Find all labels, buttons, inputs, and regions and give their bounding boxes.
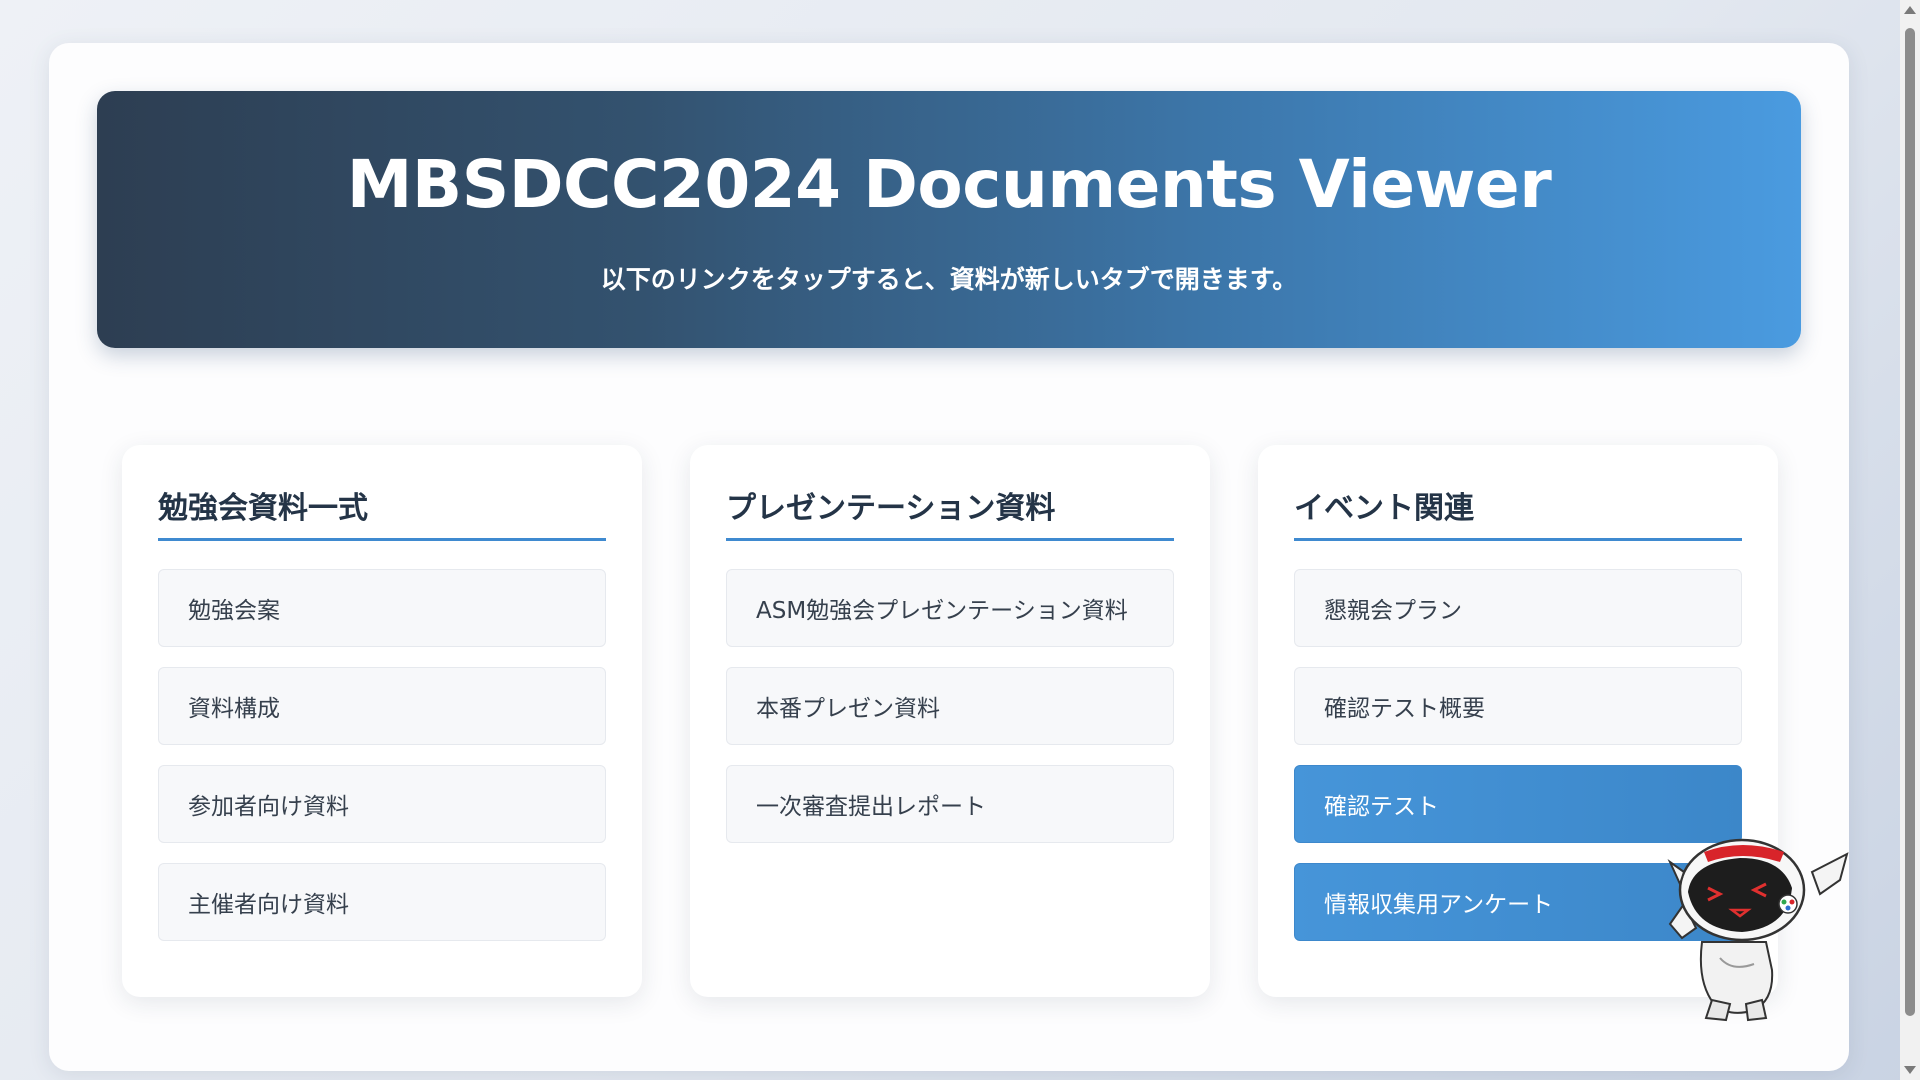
scrollbar-thumb[interactable] bbox=[1905, 28, 1915, 1016]
section-card-study-materials: 勉強会資料一式 勉強会案 資料構成 参加者向け資料 主催者向け資料 bbox=[122, 445, 642, 997]
page-subtitle: 以下のリンクをタップすると、資料が新しいタブで開きます。 bbox=[600, 265, 1298, 294]
document-link[interactable]: ASM勉強会プレゼンテーション資料 bbox=[726, 569, 1174, 647]
document-link[interactable]: 参加者向け資料 bbox=[158, 765, 606, 843]
link-list: 勉強会案 資料構成 参加者向け資料 主催者向け資料 bbox=[158, 569, 606, 961]
document-link[interactable]: 本番プレゼン資料 bbox=[726, 667, 1174, 745]
main-container: MBSDCC2024 Documents Viewer 以下のリンクをタップする… bbox=[49, 43, 1849, 1071]
section-heading: イベント関連 bbox=[1294, 489, 1742, 541]
document-link[interactable]: 勉強会案 bbox=[158, 569, 606, 647]
document-link[interactable]: 懇親会プラン bbox=[1294, 569, 1742, 647]
document-link[interactable]: 資料構成 bbox=[158, 667, 606, 745]
robot-mascot-icon bbox=[1667, 838, 1849, 1022]
scroll-down-arrow-icon[interactable] bbox=[1904, 1066, 1916, 1074]
scroll-up-arrow-icon[interactable] bbox=[1904, 6, 1916, 14]
section-heading: プレゼンテーション資料 bbox=[726, 489, 1174, 541]
link-list: ASM勉強会プレゼンテーション資料 本番プレゼン資料 一次審査提出レポート bbox=[726, 569, 1174, 863]
section-heading: 勉強会資料一式 bbox=[158, 489, 606, 541]
page-title: MBSDCC2024 Documents Viewer bbox=[346, 146, 1552, 223]
document-link[interactable]: 一次審査提出レポート bbox=[726, 765, 1174, 843]
hero-banner: MBSDCC2024 Documents Viewer 以下のリンクをタップする… bbox=[97, 91, 1801, 348]
section-card-presentations: プレゼンテーション資料 ASM勉強会プレゼンテーション資料 本番プレゼン資料 一… bbox=[690, 445, 1210, 997]
vertical-scrollbar[interactable] bbox=[1900, 0, 1920, 1080]
document-link[interactable]: 主催者向け資料 bbox=[158, 863, 606, 941]
document-link[interactable]: 確認テスト概要 bbox=[1294, 667, 1742, 745]
